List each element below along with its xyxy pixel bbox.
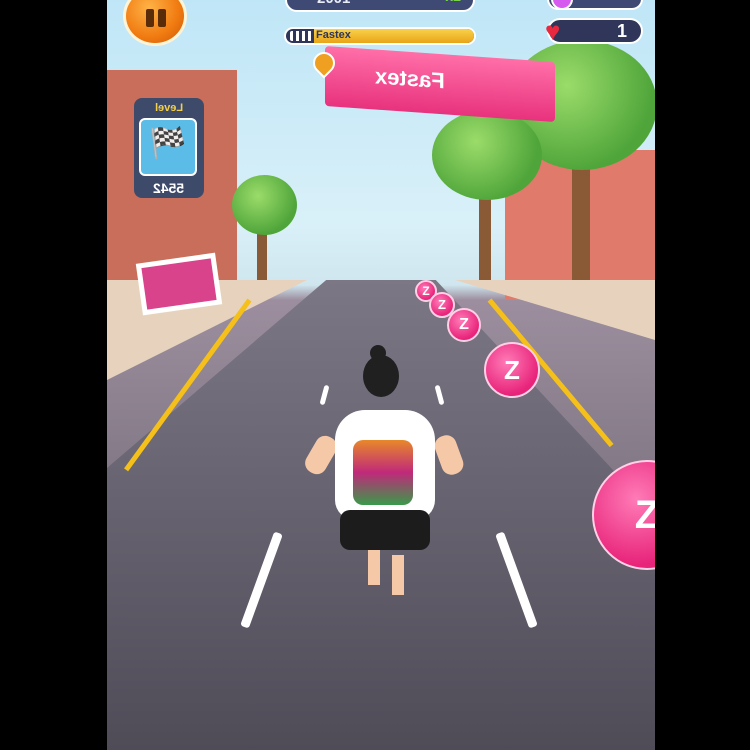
runner-character [290,345,467,595]
score-display: 2001 x2 [285,0,475,12]
token-coin: Z [447,308,481,342]
level-label: Level [154,102,184,114]
lives-value: 1 [616,21,627,41]
score-multiplier: x2 [445,0,461,4]
level-panel: Level 🏁 5542 [134,98,204,198]
tree [432,110,542,200]
tree [232,175,297,235]
lives-counter: ♥ 1 [545,16,643,46]
level-number: 5542 [153,180,185,196]
level-progress-bar: Fastex [284,27,476,45]
token-coin: Z [484,342,540,398]
coin-value: 267 [606,0,629,3]
progress-label: Fastex [316,29,351,41]
checkered-flag-icon [290,31,312,41]
roadside-sign [135,252,223,316]
map-pin-icon [308,46,340,79]
score-value: 2001 [317,0,350,7]
pause-icon [146,9,154,27]
pause-button[interactable] [123,0,187,46]
level-icon-box: 🏁 [139,118,197,176]
coin-counter: 267 [547,0,643,10]
coin-icon [551,0,573,10]
game-viewport[interactable]: Fastex Z Z Z Z Z 2001 x2 Fastex 267 ♥ 1 [107,0,655,750]
banner-text: Fastex [375,63,445,94]
fastex-banner: Fastex [325,45,555,123]
heart-icon: ♥ [545,16,561,46]
checkered-flag-icon: 🏁 [149,127,187,160]
